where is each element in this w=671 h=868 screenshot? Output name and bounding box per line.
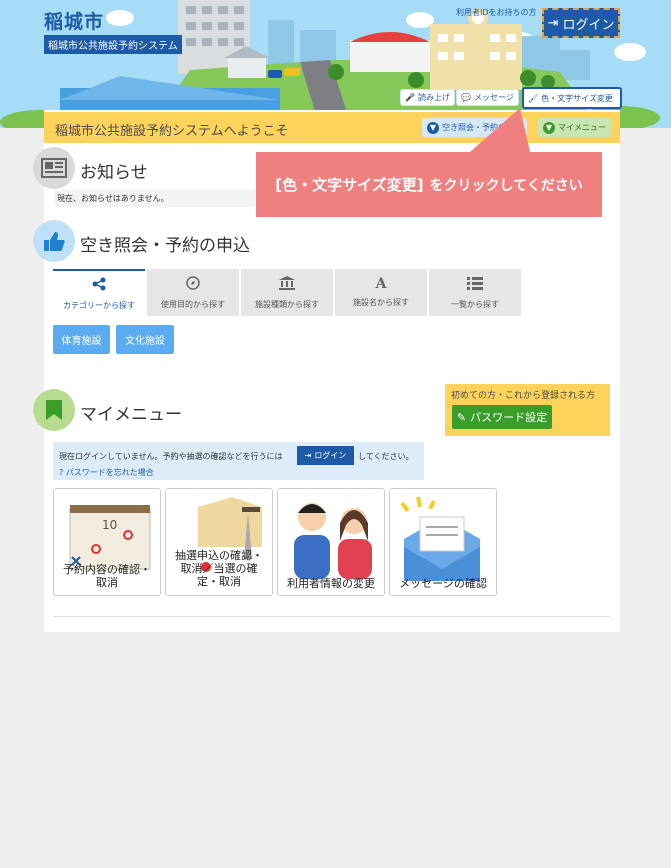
availability-title: 空き照会・予約の申込 xyxy=(80,236,250,256)
notice-title: お知らせ xyxy=(80,163,148,183)
first-time-box: 初めての方・これから登録される方 ✎ パスワード設定 xyxy=(445,384,610,436)
callout-rest-text: をクリックしてください xyxy=(429,177,583,194)
tab-facility-name-label: 施設名から探す xyxy=(353,298,409,307)
welcome-bar: 稲城市公共施設予約システムへようこそ ▼ 空き照会・予約の申込 ▼ マイメニュー xyxy=(44,112,620,143)
arrow-down-circle-icon: ▼ xyxy=(543,121,555,134)
first-time-text: 初めての方・これから登録される方 xyxy=(451,391,596,401)
tab-category-label: カテゴリーから探す xyxy=(63,300,135,310)
forgot-password-label: パスワードを忘れた場合 xyxy=(65,468,154,477)
card-label-line: 利用者情報の変更 xyxy=(287,577,375,590)
password-setting-label: パスワード設定 xyxy=(470,411,548,424)
svg-text:10: 10 xyxy=(102,518,117,532)
card-label-line: 取消／当選の確 xyxy=(180,562,258,575)
login-info-text: 現在ログインしていません。予約や抽選の確認などを行うには xyxy=(59,452,283,461)
sign-in-icon: ⇥ xyxy=(304,451,312,460)
mymenu-title: マイメニュー xyxy=(80,405,182,425)
lottery-check-card[interactable]: 抽選申込の確認・ 取消／当選の確 定・取消 xyxy=(165,488,273,596)
forgot-password-link[interactable]: ? パスワードを忘れた場合 xyxy=(59,467,154,478)
institution-icon xyxy=(279,275,295,293)
compass-icon xyxy=(186,275,200,293)
list-icon xyxy=(467,276,483,293)
brush-icon: 🖌 xyxy=(528,93,539,103)
login-label: ログイン xyxy=(562,17,615,33)
tab-purpose[interactable]: 使用目的から探す xyxy=(147,269,239,316)
login-button[interactable]: ⇥ ログイン xyxy=(542,8,620,38)
availability-shortcut-button[interactable]: ▼ 空き照会・予約の申込 xyxy=(422,118,527,137)
tab-category[interactable]: カテゴリーから探す xyxy=(53,269,145,316)
newspaper-icon xyxy=(33,147,75,189)
site-title[interactable]: 稲城市 xyxy=(44,7,104,34)
message-button[interactable]: 💬 メッセージ xyxy=(456,89,519,106)
tab-facility-type-label: 施設種類から探す xyxy=(255,299,319,309)
color-font-size-label: 色・文字サイズ変更 xyxy=(541,93,613,103)
tab-list-label: 一覧から探す xyxy=(451,299,499,309)
card-label-line: 定・取消 xyxy=(197,575,241,588)
site-subtitle: 稲城市公共施設予約システム xyxy=(44,35,182,54)
read-aloud-button[interactable]: 🎤 読み上げ xyxy=(400,89,455,106)
bookmark-icon xyxy=(33,389,75,431)
mymenu-shortcut-button[interactable]: ▼ マイメニュー xyxy=(538,118,611,137)
arrow-down-circle-icon: ▼ xyxy=(427,121,439,134)
read-aloud-label: 読み上げ xyxy=(417,93,450,102)
pencil-icon: ✎ xyxy=(456,410,467,424)
card-label-line: 予約内容の確認・ xyxy=(63,563,151,576)
instruction-callout: [色・文字サイズ変更] をクリックしてください xyxy=(256,152,602,217)
inline-login-button[interactable]: ⇥ ログイン xyxy=(297,446,354,465)
color-font-size-button[interactable]: 🖌 色・文字サイズ変更 xyxy=(522,87,622,109)
tab-list[interactable]: 一覧から探す xyxy=(429,269,521,316)
category-sports-button[interactable]: 体育施設 xyxy=(53,325,110,354)
user-info-card[interactable]: 利用者情報の変更 xyxy=(277,488,385,596)
sign-in-icon: ⇥ xyxy=(547,15,559,31)
card-label-line: メッセージの確認 xyxy=(399,577,487,590)
callout-bracket-text: [色・文字サイズ変更] xyxy=(275,176,424,194)
welcome-text: 稲城市公共施設予約システムへようこそ xyxy=(55,124,289,139)
tab-facility-name[interactable]: A 施設名から探す xyxy=(335,269,427,316)
password-setting-button[interactable]: ✎ パスワード設定 xyxy=(452,405,552,429)
login-info-box: 現在ログインしていません。予約や抽選の確認などを行うには ⇥ ログイン してくだ… xyxy=(53,442,424,480)
user-id-note: 利用者IDをお持ちの方 xyxy=(456,8,537,17)
message-label: メッセージ xyxy=(473,93,514,102)
tab-purpose-label: 使用目的から探す xyxy=(161,299,225,309)
tab-facility-type[interactable]: 施設種類から探す xyxy=(241,269,333,316)
availability-shortcut-label: 空き照会・予約の申込 xyxy=(442,123,522,132)
inline-login-label: ログイン xyxy=(314,451,347,460)
message-check-card[interactable]: メッセージの確認 xyxy=(389,488,497,596)
share-icon xyxy=(92,277,106,294)
microphone-icon: 🎤 xyxy=(405,93,415,102)
question-circle-icon: ? xyxy=(59,468,64,477)
font-icon: A xyxy=(375,276,387,292)
search-tabs: カテゴリーから探す 使用目的から探す 施設種類から探す A 施設名から探す 一覧… xyxy=(53,269,523,316)
thumbs-up-icon xyxy=(33,220,75,262)
card-label-line: 抽選申込の確認・ xyxy=(175,549,263,562)
divider xyxy=(53,616,610,617)
mymenu-shortcut-label: マイメニュー xyxy=(558,123,606,132)
category-culture-button[interactable]: 文化施設 xyxy=(116,325,174,354)
reservation-check-card[interactable]: 10 予約内容の確認・ 取消 xyxy=(53,488,161,596)
login-info-suffix: してください。 xyxy=(358,452,414,461)
card-label-line: 取消 xyxy=(96,576,118,589)
comment-icon: 💬 xyxy=(461,93,471,102)
